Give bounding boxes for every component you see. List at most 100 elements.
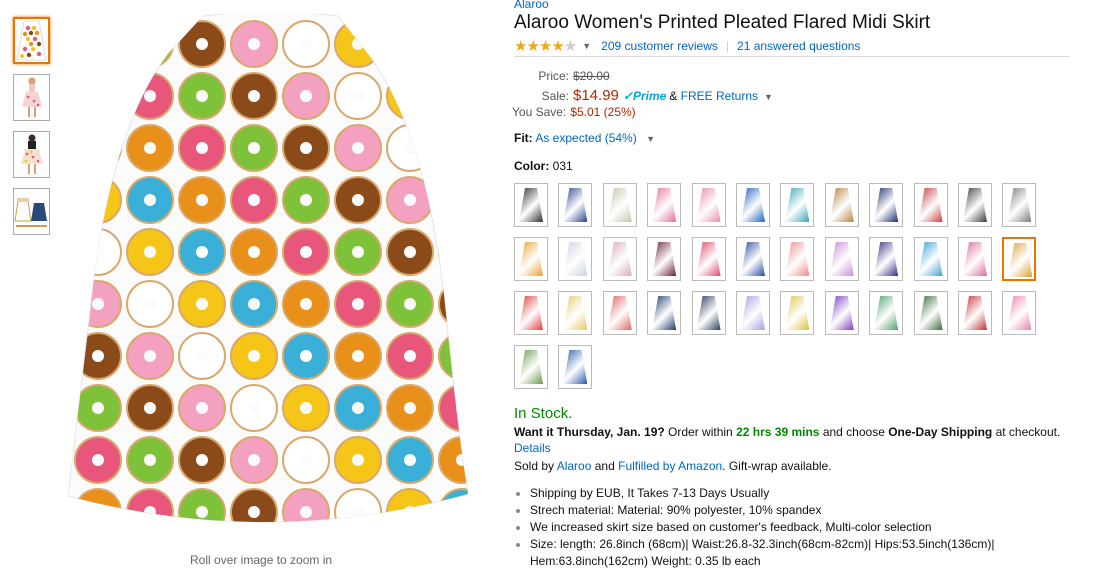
color-swatch[interactable] bbox=[824, 237, 859, 281]
color-swatch[interactable] bbox=[691, 183, 726, 227]
skirt-swatch-image bbox=[519, 242, 543, 276]
you-save-label: You Save: bbox=[512, 105, 567, 119]
order-within-text: Order within bbox=[668, 425, 733, 439]
star-rating-icon[interactable]: ★★★★★ bbox=[514, 37, 577, 55]
color-swatch[interactable] bbox=[691, 237, 726, 281]
chevron-down-icon[interactable]: ▼ bbox=[764, 92, 773, 102]
want-it-date: Want it Thursday, Jan. 19? bbox=[514, 425, 665, 439]
color-swatch[interactable] bbox=[691, 291, 726, 335]
skirt-swatch-image bbox=[519, 350, 543, 384]
skirt-swatch-image bbox=[607, 188, 632, 222]
color-swatch[interactable] bbox=[647, 183, 682, 227]
color-swatch[interactable] bbox=[736, 237, 770, 281]
skirt-swatch-image bbox=[785, 188, 810, 222]
main-product-image[interactable] bbox=[67, 11, 469, 534]
fit-label: Fit: bbox=[514, 131, 533, 145]
fit-row: Fit: As expected (54%) ▼ bbox=[514, 131, 665, 145]
skirt-swatch-image bbox=[918, 242, 943, 276]
answered-questions-link[interactable]: 21 answered questions bbox=[737, 39, 860, 53]
list-item: Size: length: 26.8inch (68cm)| Waist:26.… bbox=[530, 536, 1050, 570]
color-swatch[interactable] bbox=[602, 183, 637, 227]
color-swatch[interactable] bbox=[602, 291, 637, 335]
color-swatch[interactable] bbox=[736, 183, 770, 227]
brand-link[interactable]: Alaroo bbox=[514, 0, 549, 11]
fulfilled-by-amazon-link[interactable]: Fulfilled by Amazon bbox=[618, 459, 722, 473]
color-swatch[interactable] bbox=[780, 183, 815, 227]
color-swatch[interactable] bbox=[558, 291, 593, 335]
color-swatch[interactable] bbox=[958, 291, 992, 335]
thumbnail-size-chart[interactable] bbox=[13, 188, 50, 235]
color-swatch[interactable] bbox=[514, 183, 548, 227]
skirt-swatch-image bbox=[607, 242, 632, 276]
price-label: Price: bbox=[538, 69, 569, 83]
color-swatch[interactable] bbox=[958, 183, 992, 227]
skirt-swatch-image bbox=[563, 296, 588, 330]
countdown-timer: 22 hrs 39 mins bbox=[736, 425, 820, 439]
free-returns-link[interactable]: FREE Returns bbox=[681, 89, 758, 103]
chevron-down-icon[interactable]: ▼ bbox=[582, 41, 591, 51]
and-text: and bbox=[594, 459, 615, 473]
color-swatch[interactable] bbox=[913, 237, 948, 281]
thumbnail-model-front[interactable] bbox=[13, 131, 50, 178]
color-swatch[interactable] bbox=[958, 237, 992, 281]
color-swatch[interactable] bbox=[602, 237, 637, 281]
skirt-swatch-image bbox=[829, 242, 854, 276]
color-swatch[interactable] bbox=[1002, 183, 1037, 227]
color-value: 031 bbox=[552, 159, 573, 173]
thumbnail-strip bbox=[13, 17, 50, 245]
prime-label: Prime bbox=[632, 89, 667, 103]
skirt-swatch-image bbox=[741, 242, 765, 276]
fit-value-link[interactable]: As expected (54%) bbox=[535, 131, 636, 145]
prime-icon: ✓Prime bbox=[622, 89, 667, 103]
skirt-swatch-image bbox=[519, 188, 543, 222]
skirt-swatch-image bbox=[741, 296, 765, 330]
color-swatch-selected[interactable] bbox=[1002, 237, 1037, 281]
color-swatch[interactable] bbox=[514, 291, 548, 335]
product-title: Alaroo Women's Printed Pleated Flared Mi… bbox=[514, 12, 931, 33]
color-swatch[interactable] bbox=[869, 291, 904, 335]
zoom-hint: Roll over image to zoom in bbox=[190, 553, 333, 567]
color-swatch[interactable] bbox=[514, 237, 548, 281]
color-swatch[interactable] bbox=[1002, 291, 1037, 335]
list-item: We increased skirt size based on custome… bbox=[530, 519, 1050, 536]
skirt-swatch-image bbox=[1007, 188, 1032, 222]
color-swatch[interactable] bbox=[558, 237, 593, 281]
skirt-swatch-image bbox=[874, 242, 899, 276]
skirt-swatch-image bbox=[918, 188, 943, 222]
skirt-swatch-image bbox=[652, 188, 677, 222]
skirt-swatch-image bbox=[785, 296, 810, 330]
sale-price: $14.99 bbox=[573, 87, 619, 104]
thumbnail-front-selected[interactable] bbox=[13, 17, 50, 64]
chevron-down-icon[interactable]: ▼ bbox=[646, 134, 655, 144]
color-swatch[interactable] bbox=[824, 291, 859, 335]
seller-link[interactable]: Alaroo bbox=[557, 459, 592, 473]
skirt-swatch-image bbox=[696, 242, 721, 276]
color-swatch[interactable] bbox=[913, 291, 948, 335]
skirt-swatch-image bbox=[963, 188, 987, 222]
rating-row: ★★★★★ ▼ 209 customer reviews | 21 answer… bbox=[514, 37, 860, 55]
stock-status: In Stock. bbox=[514, 405, 573, 422]
you-save-value: $5.01 (25%) bbox=[570, 105, 636, 119]
color-swatch[interactable] bbox=[514, 345, 548, 389]
color-swatch[interactable] bbox=[780, 237, 815, 281]
color-swatch[interactable] bbox=[913, 183, 948, 227]
color-swatch[interactable] bbox=[647, 237, 682, 281]
color-swatch[interactable] bbox=[869, 237, 904, 281]
skirt-swatch-image bbox=[963, 296, 987, 330]
color-swatch[interactable] bbox=[558, 345, 593, 389]
color-swatch[interactable] bbox=[869, 183, 904, 227]
color-swatch[interactable] bbox=[824, 183, 859, 227]
color-swatch[interactable] bbox=[780, 291, 815, 335]
color-swatch[interactable] bbox=[736, 291, 770, 335]
details-link[interactable]: Details bbox=[514, 441, 551, 455]
returns-prefix: & bbox=[669, 89, 678, 103]
skirt-swatch-image bbox=[874, 296, 899, 330]
color-swatch[interactable] bbox=[647, 291, 682, 335]
list-item: Shipping by EUB, It Takes 7-13 Days Usua… bbox=[530, 485, 1050, 502]
customer-reviews-link[interactable]: 209 customer reviews bbox=[601, 39, 718, 53]
sold-by-row: Sold by Alaroo and Fulfilled by Amazon. … bbox=[514, 459, 832, 473]
skirt-swatch-image bbox=[741, 188, 765, 222]
thumbnail-model-side[interactable] bbox=[13, 74, 50, 121]
skirt-swatch-image bbox=[1007, 296, 1032, 330]
color-swatch[interactable] bbox=[558, 183, 593, 227]
